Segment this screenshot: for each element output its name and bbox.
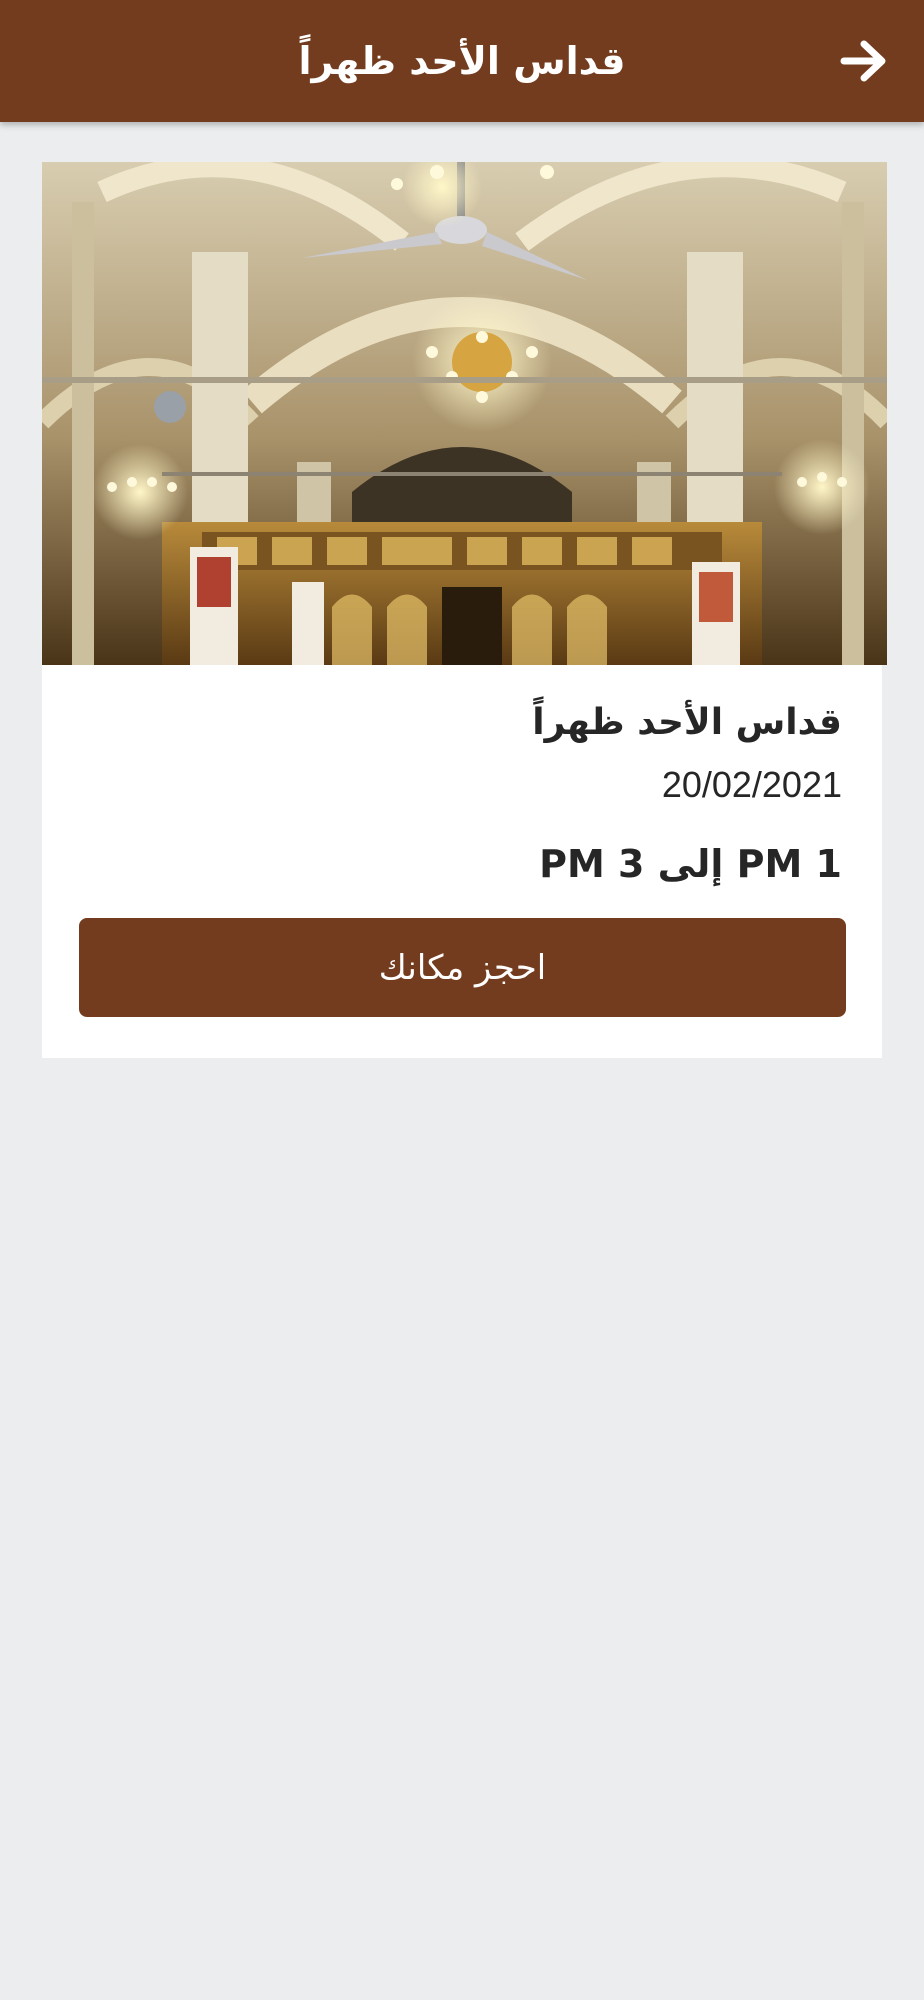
back-button[interactable] [834,31,894,91]
page-title: قداس الأحد ظهراً [298,39,626,83]
event-time: PM 1 إلى PM 3 [539,842,842,886]
event-date: 20/02/2021 [661,764,842,805]
event-card[interactable]: قداس الأحد ظهراً 20/02/2021 PM 1 إلى PM … [42,162,887,1058]
book-seat-button[interactable]: احجز مكانك [79,918,846,1017]
event-image [42,162,887,665]
arrow-right-icon [840,40,886,82]
app-bar: قداس الأحد ظهراً [0,0,924,122]
event-title: قداس الأحد ظهراً [532,702,842,743]
